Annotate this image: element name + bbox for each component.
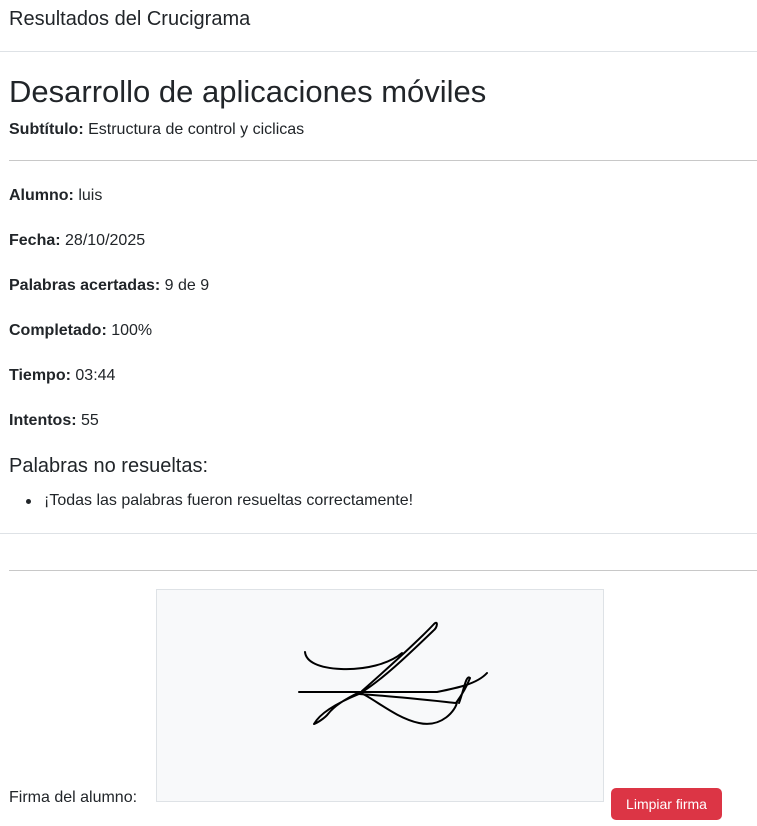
date-field: Fecha: 28/10/2025	[9, 229, 145, 253]
subtitle-label: Subtítulo:	[9, 121, 84, 138]
signature-strokes	[298, 621, 488, 725]
subtitle-value: Estructura de control y ciclicas	[88, 121, 305, 138]
attempts-value: 55	[81, 412, 99, 429]
words-value: 9 de 9	[164, 277, 210, 294]
unsolved-title: Palabras no resueltas:	[9, 455, 209, 477]
student-label: Alumno:	[9, 187, 74, 204]
date-label: Fecha:	[9, 232, 61, 249]
time-label: Tiempo:	[9, 367, 71, 384]
student-field: Alumno: luis	[9, 184, 102, 208]
section-divider	[9, 160, 757, 161]
course-subtitle: Subtítulo: Estructura de control y cicli…	[9, 118, 757, 142]
modal-header: Resultados del Crucigrama	[0, 0, 757, 52]
signature-stroke	[298, 672, 488, 693]
completed-label: Completado:	[9, 322, 107, 339]
completed-field: Completado: 100%	[9, 319, 152, 343]
signature-drawing	[298, 621, 488, 725]
course-title: Desarrollo de aplicaciones móviles	[9, 74, 487, 109]
words-label: Palabras acertadas:	[9, 277, 161, 294]
clear-signature-button[interactable]: Limpiar firma	[611, 788, 722, 820]
signature-stroke	[358, 676, 471, 704]
modal-body: Desarrollo de aplicaciones móviles Subtí…	[0, 72, 757, 161]
signature-canvas[interactable]	[156, 589, 604, 802]
date-value: 28/10/2025	[65, 232, 146, 249]
signature-divider	[9, 570, 757, 571]
words-field: Palabras acertadas: 9 de 9	[9, 274, 209, 298]
attempts-field: Intentos: 55	[9, 409, 99, 433]
unsolved-list: ¡Todas las palabras fueron resueltas cor…	[24, 489, 413, 513]
signature-stroke	[313, 691, 361, 725]
time-value: 03:44	[75, 367, 116, 384]
time-field: Tiempo: 03:44	[9, 364, 115, 388]
signature-stroke	[304, 651, 403, 671]
completed-value: 100%	[111, 322, 153, 339]
student-value: luis	[78, 187, 103, 204]
signature-label: Firma del alumno:	[9, 789, 138, 806]
list-item: ¡Todas las palabras fueron resueltas cor…	[24, 489, 413, 513]
footer-divider	[0, 533, 757, 534]
modal-title: Resultados del Crucigrama	[9, 8, 251, 30]
signature-stroke	[358, 621, 438, 695]
attempts-label: Intentos:	[9, 412, 77, 429]
